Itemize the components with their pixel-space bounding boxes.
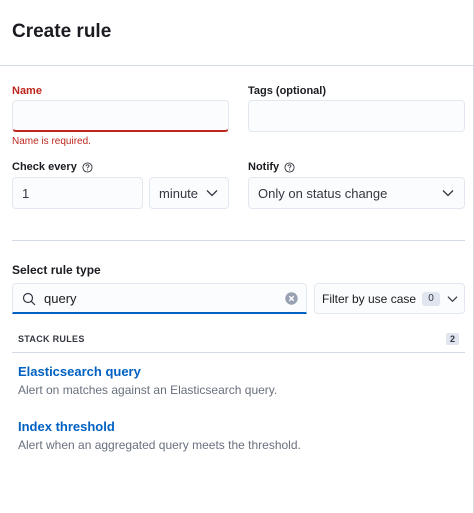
check-every-label: Check every bbox=[12, 161, 93, 173]
chevron-down-icon bbox=[442, 190, 454, 197]
chevron-down-icon bbox=[206, 190, 218, 197]
filter-count-badge: 0 bbox=[422, 292, 440, 306]
name-label: Name bbox=[12, 85, 42, 97]
name-error-text: Name is required. bbox=[12, 136, 91, 147]
group-divider bbox=[12, 352, 465, 353]
question-circle-icon[interactable] bbox=[284, 161, 295, 173]
filter-by-use-case-button[interactable]: Filter by use case 0 bbox=[314, 283, 465, 314]
check-every-value-input[interactable]: 1 bbox=[12, 177, 143, 209]
filter-label: Filter by use case bbox=[322, 292, 417, 306]
rule-group-count-badge: 2 bbox=[446, 333, 459, 345]
clear-icon[interactable] bbox=[285, 292, 298, 305]
tags-label: Tags (optional) bbox=[248, 85, 327, 97]
check-every-unit-select[interactable]: minute bbox=[149, 177, 229, 209]
search-icon bbox=[22, 292, 36, 306]
name-input[interactable] bbox=[12, 100, 229, 132]
notify-label: Notify bbox=[248, 161, 295, 173]
select-rule-type-title: Select rule type bbox=[12, 263, 101, 277]
search-query-text: query bbox=[44, 291, 77, 306]
rule-type-index-threshold-link[interactable]: Index threshold bbox=[18, 419, 115, 434]
notify-select[interactable]: Only on status change bbox=[248, 177, 465, 209]
rule-type-description: Alert on matches against an Elasticsearc… bbox=[18, 383, 278, 397]
rule-type-search-input[interactable]: query bbox=[12, 283, 307, 314]
rule-type-description: Alert when an aggregated query meets the… bbox=[18, 438, 301, 452]
tags-input[interactable] bbox=[248, 100, 465, 132]
chevron-down-icon bbox=[447, 296, 458, 303]
page-title: Create rule bbox=[12, 21, 112, 42]
rule-type-elasticsearch-query-link[interactable]: Elasticsearch query bbox=[18, 364, 141, 379]
flyout-header: Create rule bbox=[0, 0, 473, 66]
section-divider bbox=[12, 240, 465, 241]
question-circle-icon[interactable] bbox=[82, 161, 93, 173]
rule-group-title: STACK RULES bbox=[18, 334, 85, 344]
